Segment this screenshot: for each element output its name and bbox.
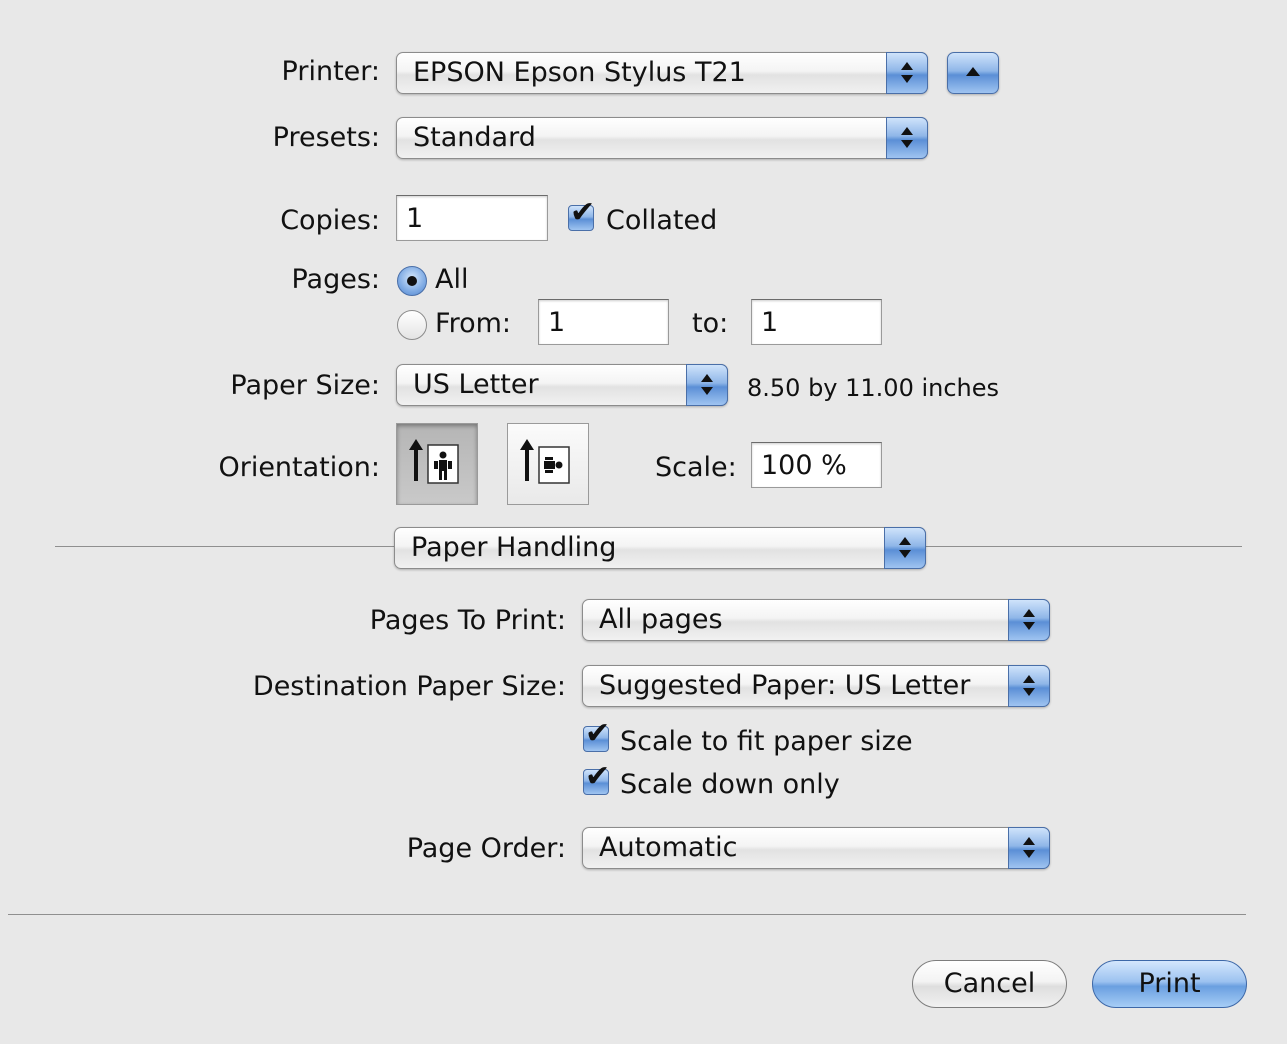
printer-label: Printer: [281, 56, 380, 87]
pages-from-label: From: [435, 308, 511, 339]
scale-down-only-label: Scale down only [620, 769, 840, 800]
presets-value: Standard [413, 122, 536, 153]
bottom-separator [8, 914, 1246, 915]
paper-size-dimensions: 8.50 by 11.00 inches [747, 374, 1000, 402]
printer-value: EPSON Epson Stylus T21 [413, 57, 746, 88]
paper-size-label: Paper Size: [230, 370, 380, 401]
section-popup[interactable]: Paper Handling [394, 527, 926, 569]
pages-from-radio[interactable] [397, 310, 427, 340]
destination-paper-size-label: Destination Paper Size: [252, 671, 566, 702]
checkmark-icon: ✔ [585, 759, 611, 794]
destination-paper-size-value: Suggested Paper: US Letter [599, 670, 971, 701]
presets-popup[interactable]: Standard [396, 117, 928, 159]
pages-all-label: All [435, 264, 469, 295]
pages-to-print-popup[interactable]: All pages [582, 599, 1050, 641]
popup-arrows-icon [1008, 827, 1050, 869]
cancel-button[interactable]: Cancel [912, 960, 1067, 1008]
landscape-orientation-button[interactable] [507, 423, 589, 505]
section-separator-left [55, 546, 395, 547]
copies-input[interactable] [396, 195, 548, 241]
collated-checkbox[interactable]: ✔ [568, 196, 595, 231]
section-value: Paper Handling [411, 532, 617, 563]
destination-paper-size-popup[interactable]: Suggested Paper: US Letter [582, 665, 1050, 707]
pages-to-print-label: Pages To Print: [369, 605, 566, 636]
scale-to-fit-label: Scale to fit paper size [620, 726, 913, 757]
pages-to-input[interactable] [751, 299, 882, 345]
page-order-popup[interactable]: Automatic [582, 827, 1050, 869]
popup-arrows-icon [886, 52, 928, 94]
printer-popup[interactable]: EPSON Epson Stylus T21 [396, 52, 928, 94]
scale-label: Scale: [655, 452, 737, 483]
pages-label: Pages: [291, 264, 380, 295]
section-separator-right [926, 546, 1242, 547]
popup-arrows-icon [1008, 599, 1050, 641]
checkmark-icon: ✔ [570, 195, 596, 230]
page-order-value: Automatic [599, 832, 738, 863]
paper-size-value: US Letter [413, 369, 539, 400]
pages-from-input[interactable] [538, 299, 669, 345]
disclosure-triangle-button[interactable] [947, 52, 999, 94]
checkmark-icon: ✔ [585, 716, 611, 751]
popup-arrows-icon [886, 117, 928, 159]
pages-all-radio[interactable] [397, 266, 427, 296]
portrait-orientation-button[interactable] [396, 423, 478, 505]
popup-arrows-icon [1008, 665, 1050, 707]
copies-label: Copies: [280, 205, 380, 236]
pages-to-label: to: [692, 308, 729, 339]
scale-input[interactable] [751, 442, 882, 488]
popup-arrows-icon [884, 527, 926, 569]
presets-label: Presets: [272, 122, 380, 153]
pages-to-print-value: All pages [599, 604, 723, 635]
popup-arrows-icon [686, 364, 728, 406]
print-button[interactable]: Print [1092, 960, 1247, 1008]
scale-down-only-checkbox[interactable]: ✔ [583, 760, 610, 795]
scale-to-fit-checkbox[interactable]: ✔ [583, 717, 610, 752]
page-order-label: Page Order: [406, 833, 566, 864]
collated-label: Collated [606, 205, 718, 236]
portrait-person-icon [409, 439, 459, 484]
paper-size-popup[interactable]: US Letter [396, 364, 728, 406]
orientation-label: Orientation: [218, 452, 380, 483]
landscape-person-icon [520, 439, 570, 484]
